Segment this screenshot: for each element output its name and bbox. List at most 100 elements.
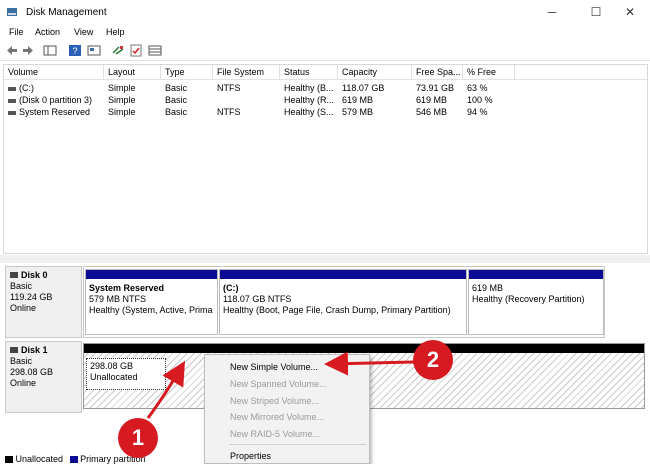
partition-status: Healthy (Recovery Partition) (472, 294, 585, 304)
forward-arrow-icon[interactable] (21, 44, 35, 57)
table-row[interactable]: (C:) Simple Basic NTFS Healthy (B... 118… (4, 82, 647, 94)
partition-size: 118.07 GB NTFS (223, 294, 292, 304)
file-system-cell (213, 94, 280, 106)
percent-free-cell: 63 % (467, 83, 488, 93)
partition-status: Healthy (Boot, Page File, Crash Dump, Pr… (223, 305, 451, 315)
svg-text:?: ? (72, 46, 77, 56)
menu-item-new-raid5-volume[interactable]: New RAID-5 Volume... (230, 429, 320, 439)
menu-help[interactable]: Help (106, 27, 125, 37)
callout-step-1: 1 (118, 418, 158, 458)
minimize-button[interactable]: ─ (540, 4, 564, 20)
callout-step-2: 2 (413, 340, 453, 380)
view-icon[interactable] (148, 44, 162, 57)
percent-free-cell: 100 % (467, 95, 493, 105)
help-icon[interactable]: ? (68, 44, 82, 57)
percent-free-cell: 94 % (467, 107, 488, 117)
connect-icon[interactable] (111, 44, 125, 57)
disk-size: 298.08 GB (10, 367, 54, 377)
menu-item-new-simple-volume[interactable]: New Simple Volume... (230, 362, 318, 372)
layout-cell: Simple (108, 95, 136, 105)
menu-action[interactable]: Action (35, 27, 60, 37)
context-menu: New Simple Volume... New Spanned Volume.… (204, 354, 370, 464)
menu-separator (229, 444, 366, 445)
disk-type: Basic (10, 281, 33, 291)
disk-size: 119.24 GB (10, 292, 53, 302)
volume-icon (8, 110, 16, 115)
free-space-cell: 619 MB (416, 95, 448, 105)
partition-size: 579 MB NTFS (89, 294, 147, 304)
column-percent-free[interactable]: % Free (463, 65, 515, 80)
unallocated-size: 298.08 GB (90, 361, 134, 371)
disk-status: Online (10, 303, 37, 313)
title-bar: Disk Management ─ ☐ ✕ (0, 0, 650, 25)
volume-cell: System Reserved (4, 106, 104, 118)
column-status[interactable]: Status (280, 65, 338, 80)
disk-name: Disk 1 (21, 345, 48, 355)
partition-size: 619 MB (472, 283, 504, 293)
column-free-space[interactable]: Free Spa... (412, 65, 463, 80)
menu-item-new-spanned-volume[interactable]: New Spanned Volume... (230, 379, 327, 389)
console-tree-icon[interactable] (43, 44, 57, 57)
disk-1-label[interactable]: Disk 1 Basic 298.08 GB Online (5, 341, 82, 413)
table-row[interactable]: System Reserved Simple Basic NTFS Health… (4, 106, 647, 118)
status-cell: Healthy (S... (284, 107, 334, 117)
menu-view[interactable]: View (74, 27, 93, 37)
status-cell: Healthy (R... (284, 95, 335, 105)
file-system-cell: NTFS (217, 83, 241, 93)
partition-bar (86, 270, 217, 279)
disk-status: Online (10, 378, 37, 388)
menu-item-new-striped-volume[interactable]: New Striped Volume... (230, 396, 319, 406)
disk-management-app-icon (7, 8, 17, 16)
volume-name: System Reserved (19, 107, 91, 117)
pane-splitter[interactable] (0, 255, 650, 263)
column-type[interactable]: Type (161, 65, 213, 80)
volume-icon (8, 98, 16, 103)
type-cell: Basic (165, 83, 188, 93)
table-row[interactable]: (Disk 0 partition 3) Simple Basic Health… (4, 94, 647, 106)
volume-name: (C:) (19, 83, 34, 93)
column-layout[interactable]: Layout (104, 65, 161, 80)
partition-recovery[interactable]: 619 MB Healthy (Recovery Partition) (468, 269, 604, 335)
menu-file[interactable]: File (9, 27, 24, 37)
checklist-icon[interactable] (129, 44, 143, 57)
disk-type: Basic (10, 356, 33, 366)
unallocated-swatch (5, 456, 13, 464)
capacity-cell: 579 MB (342, 107, 374, 117)
disk-0-partitions: System Reserved 579 MB NTFS Healthy (Sys… (83, 266, 605, 338)
volume-cell: (C:) (4, 82, 104, 94)
free-space-cell: 546 MB (416, 107, 448, 117)
unallocated-bar (84, 344, 644, 353)
legend-unallocated: Unallocated (15, 454, 64, 464)
partition-name: System Reserved (89, 283, 165, 293)
menu-item-properties[interactable]: Properties (230, 451, 271, 461)
partition-bar (469, 270, 603, 279)
disk-name: Disk 0 (21, 270, 48, 280)
column-capacity[interactable]: Capacity (338, 65, 412, 80)
partition-c-drive[interactable]: (C:) 118.07 GB NTFS Healthy (Boot, Page … (219, 269, 467, 335)
partition-name: (C:) (223, 283, 239, 293)
file-system-cell: NTFS (217, 107, 241, 117)
partition-status: Healthy (System, Active, Prima (89, 305, 213, 315)
close-button[interactable]: ✕ (618, 4, 642, 20)
disk-icon (10, 347, 18, 353)
type-cell: Basic (165, 107, 188, 117)
maximize-button[interactable]: ☐ (584, 4, 608, 20)
back-arrow-icon[interactable] (5, 44, 19, 57)
volume-name: (Disk 0 partition 3) (19, 95, 93, 105)
column-file-system[interactable]: File System (213, 65, 280, 80)
free-space-cell: 73.91 GB (416, 83, 455, 93)
properties-icon[interactable] (87, 44, 101, 57)
disk-icon (10, 272, 18, 278)
window-title: Disk Management (26, 7, 107, 18)
menu-bar: File Action View Help (0, 25, 650, 41)
column-volume[interactable]: Volume (4, 65, 104, 80)
volume-list-header: Volume Layout Type File System Status Ca… (4, 65, 647, 80)
volume-cell: (Disk 0 partition 3) (4, 94, 104, 106)
layout-cell: Simple (108, 107, 136, 117)
partition-bar (220, 270, 466, 279)
menu-item-new-mirrored-volume[interactable]: New Mirrored Volume... (230, 412, 324, 422)
capacity-cell: 619 MB (342, 95, 374, 105)
unallocated-label: Unallocated (90, 372, 138, 382)
partition-system-reserved[interactable]: System Reserved 579 MB NTFS Healthy (Sys… (85, 269, 218, 335)
disk-0-label[interactable]: Disk 0 Basic 119.24 GB Online (5, 266, 82, 338)
